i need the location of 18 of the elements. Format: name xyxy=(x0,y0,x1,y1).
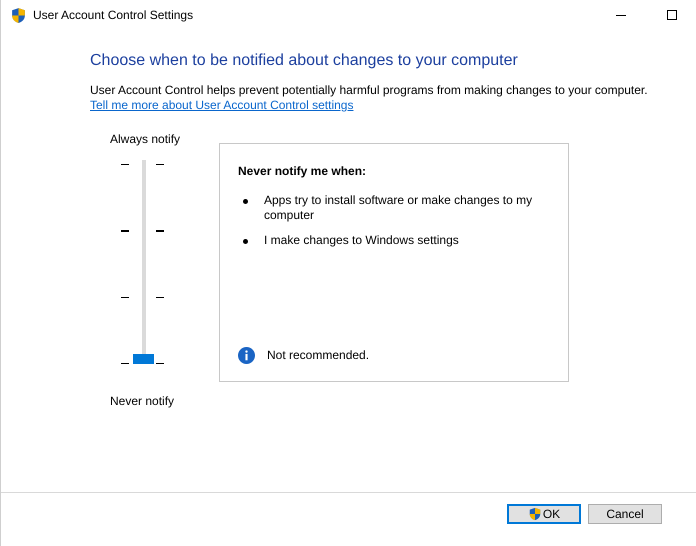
page-heading: Choose when to be notified about changes to your computer xyxy=(90,51,519,71)
info-title: Never notify me when: xyxy=(238,163,368,179)
info-item: Apps try to install software or make changes to my computer xyxy=(264,193,534,223)
bullet-icon xyxy=(243,239,248,244)
help-link[interactable]: Tell me more about User Account Control settings xyxy=(90,98,354,113)
cancel-button[interactable]: Cancel xyxy=(588,504,662,524)
never-notify-label: Never notify xyxy=(110,393,174,409)
description-text: User Account Control helps prevent potentially harmful programs from making changes to your computer. xyxy=(90,82,649,98)
info-item: I make changes to Windows settings xyxy=(264,233,460,248)
warning-note: Not recommended. xyxy=(267,347,370,364)
shield-icon xyxy=(10,6,27,24)
always-notify-label: Always notify xyxy=(110,131,180,147)
bullet-icon xyxy=(243,199,248,204)
info-icon xyxy=(238,346,255,364)
ok-button[interactable]: OK xyxy=(507,504,581,524)
shield-icon xyxy=(528,507,542,521)
window-title: User Account Control Settings xyxy=(33,7,194,24)
slider-thumb[interactable] xyxy=(133,354,154,364)
